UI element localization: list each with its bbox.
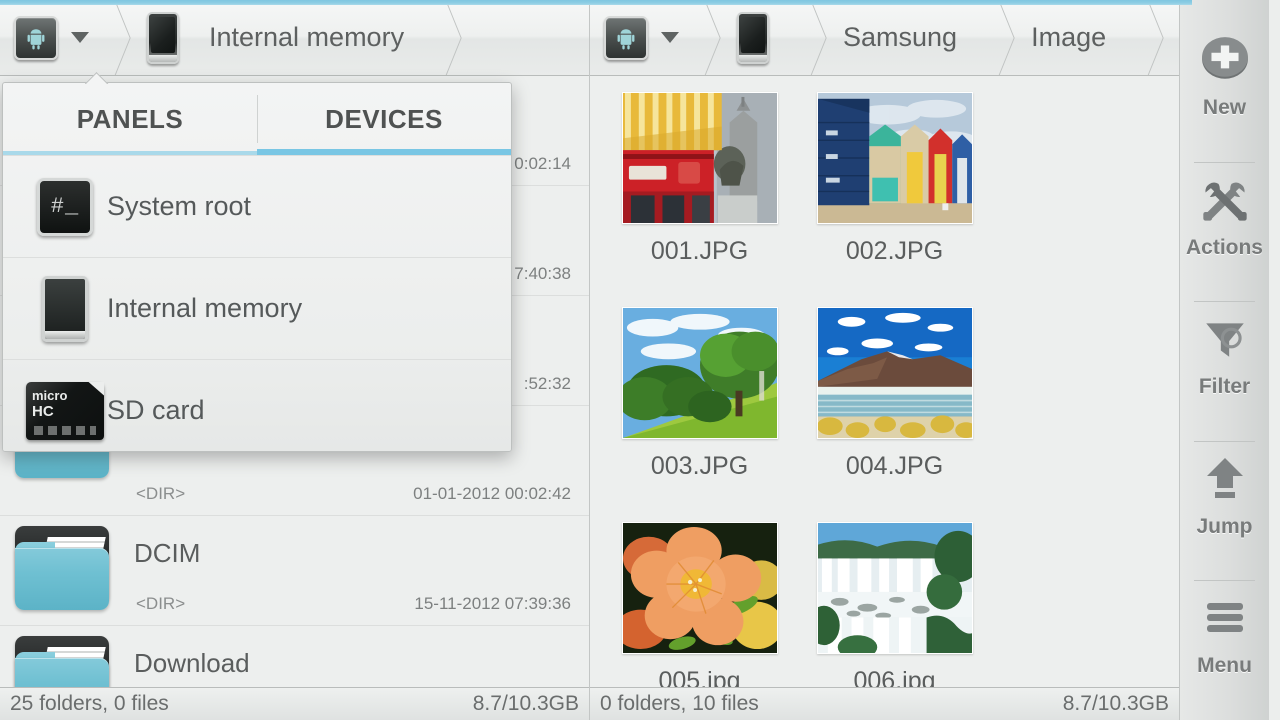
grid-item[interactable]: 004.JPG <box>797 301 992 516</box>
right-crumb-samsung[interactable]: Samsung <box>821 0 983 76</box>
list-item-label: Internal memory <box>107 293 302 324</box>
left-status-bar: 25 folders, 0 files 8.7/10.3GB <box>0 687 589 720</box>
thumbnail-grid[interactable]: 001.JPG <box>590 76 1179 691</box>
thumbnail-image[interactable] <box>817 92 973 224</box>
chevron-down-icon[interactable] <box>71 32 89 43</box>
breadcrumb-separator <box>795 0 821 76</box>
sdcard-icon: microHC <box>23 382 107 440</box>
right-status-bar: 0 folders, 10 files 8.7/10.3GB <box>590 687 1179 720</box>
grid-item[interactable]: 006.jpg <box>797 516 992 691</box>
tab-devices-underline <box>257 149 511 155</box>
sidebar-item-new[interactable]: New <box>1180 22 1269 162</box>
android-icon[interactable] <box>604 16 648 60</box>
breadcrumb-separator <box>430 0 456 76</box>
tools-icon <box>1199 162 1251 236</box>
right-device-crumb[interactable] <box>715 0 795 76</box>
right-item-count: 0 folders, 10 files <box>600 692 759 716</box>
right-crumb-image[interactable]: Image <box>1009 0 1132 76</box>
list-item-label: SD card <box>107 395 205 426</box>
grid-item[interactable]: 001.JPG <box>602 86 797 301</box>
file-type: <DIR> <box>136 594 185 614</box>
file-manager-window: Internal memory <DIR> 0:02:14 <DIR> 7:40… <box>0 0 1280 720</box>
sdcard-label-bottom: HC <box>32 403 54 420</box>
sidebar-item-filter[interactable]: Filter <box>1180 301 1269 441</box>
list-item-label: System root <box>107 191 251 222</box>
list-item[interactable]: microHC SD card <box>3 359 511 461</box>
grid-item[interactable]: 002.JPG <box>797 86 992 301</box>
sidebar-item-label: Menu <box>1197 654 1252 678</box>
left-item-count: 25 folders, 0 files <box>10 692 169 716</box>
right-crumb-label-0: Samsung <box>843 22 957 53</box>
list-item[interactable]: #_ System root <box>3 155 511 257</box>
sdcard-label-top: micro <box>32 388 67 403</box>
hamburger-icon <box>1201 580 1249 654</box>
left-device-crumb[interactable]: Internal memory <box>125 0 430 76</box>
sidebar-item-label: Actions <box>1186 236 1263 260</box>
thumbnail-image[interactable] <box>817 522 973 654</box>
tab-panels-label: PANELS <box>77 104 184 135</box>
thumbnail-image-cell[interactable]: 005.jpg <box>602 516 797 691</box>
tool-sidebar: New Actions <box>1180 0 1269 720</box>
tab-devices-label: DEVICES <box>325 104 443 135</box>
thumbnail-image[interactable] <box>817 307 973 439</box>
file-date: :52:32 <box>524 374 571 394</box>
thumbnail-label: 002.JPG <box>846 237 943 266</box>
file-name: Download <box>134 648 250 679</box>
phone-icon <box>23 276 107 342</box>
breadcrumb-separator <box>983 0 1009 76</box>
right-home-crumb[interactable] <box>590 0 689 76</box>
thumbnail-label: 003.JPG <box>651 452 748 481</box>
right-storage-info: 8.7/10.3GB <box>1063 692 1169 716</box>
left-breadcrumb-bar: Internal memory <box>0 0 589 76</box>
table-row[interactable]: DCIM <DIR> 15-11-2012 07:39:36 <box>0 516 589 626</box>
folder-icon <box>10 632 114 691</box>
right-file-panel: Samsung Image <box>590 0 1180 720</box>
sidebar-item-actions[interactable]: Actions <box>1180 162 1269 302</box>
folder-icon <box>10 522 114 610</box>
android-icon[interactable] <box>14 16 58 60</box>
breadcrumb-separator <box>1132 0 1158 76</box>
file-date: 7:40:38 <box>514 264 571 284</box>
left-home-crumb[interactable] <box>0 0 99 76</box>
phone-icon <box>147 12 179 64</box>
top-accent-bar <box>0 0 1192 5</box>
plus-circle-icon <box>1200 22 1250 96</box>
right-breadcrumb-bar: Samsung Image <box>590 0 1179 76</box>
file-date: 0:02:14 <box>514 154 571 174</box>
sidebar-item-label: Filter <box>1199 375 1250 399</box>
left-crumb-label-0: Internal memory <box>209 22 404 53</box>
thumbnail-image[interactable] <box>622 92 778 224</box>
chevron-down-icon[interactable] <box>661 32 679 43</box>
devices-dropdown-popup[interactable]: PANELS DEVICES #_ System root Internal m… <box>2 82 512 452</box>
breadcrumb-separator <box>689 0 715 76</box>
phone-icon <box>737 12 769 64</box>
tab-panels[interactable]: PANELS <box>3 83 257 155</box>
tab-panels-underline <box>3 151 257 155</box>
file-name: DCIM <box>134 538 200 569</box>
thumbnail-label: 001.JPG <box>651 237 748 266</box>
file-type: <DIR> <box>136 484 185 504</box>
thumbnail-image[interactable] <box>622 522 778 654</box>
table-row[interactable]: Download <box>0 626 589 691</box>
left-storage-info: 8.7/10.3GB <box>473 692 579 716</box>
sidebar-item-label: Jump <box>1196 515 1252 539</box>
right-crumb-label-1: Image <box>1031 22 1106 53</box>
left-file-panel: Internal memory <DIR> 0:02:14 <DIR> 7:40… <box>0 0 590 720</box>
breadcrumb-separator <box>99 0 125 76</box>
tab-devices[interactable]: DEVICES <box>257 83 511 155</box>
file-date: 01-01-2012 00:02:42 <box>413 484 571 504</box>
thumbnail-label: 004.JPG <box>846 452 943 481</box>
sidebar-item-label: New <box>1203 96 1246 120</box>
popup-tab-bar: PANELS DEVICES <box>3 83 511 155</box>
grid-item[interactable]: 003.JPG <box>602 301 797 516</box>
funnel-icon <box>1200 301 1250 375</box>
sidebar-item-jump[interactable]: Jump <box>1180 441 1269 581</box>
up-arrow-icon <box>1201 441 1249 515</box>
terminal-icon: #_ <box>23 178 107 236</box>
list-item[interactable]: Internal memory <box>3 257 511 359</box>
sidebar-item-menu[interactable]: Menu <box>1180 580 1269 720</box>
file-date: 15-11-2012 07:39:36 <box>414 594 571 614</box>
thumbnail-image[interactable] <box>622 307 778 439</box>
